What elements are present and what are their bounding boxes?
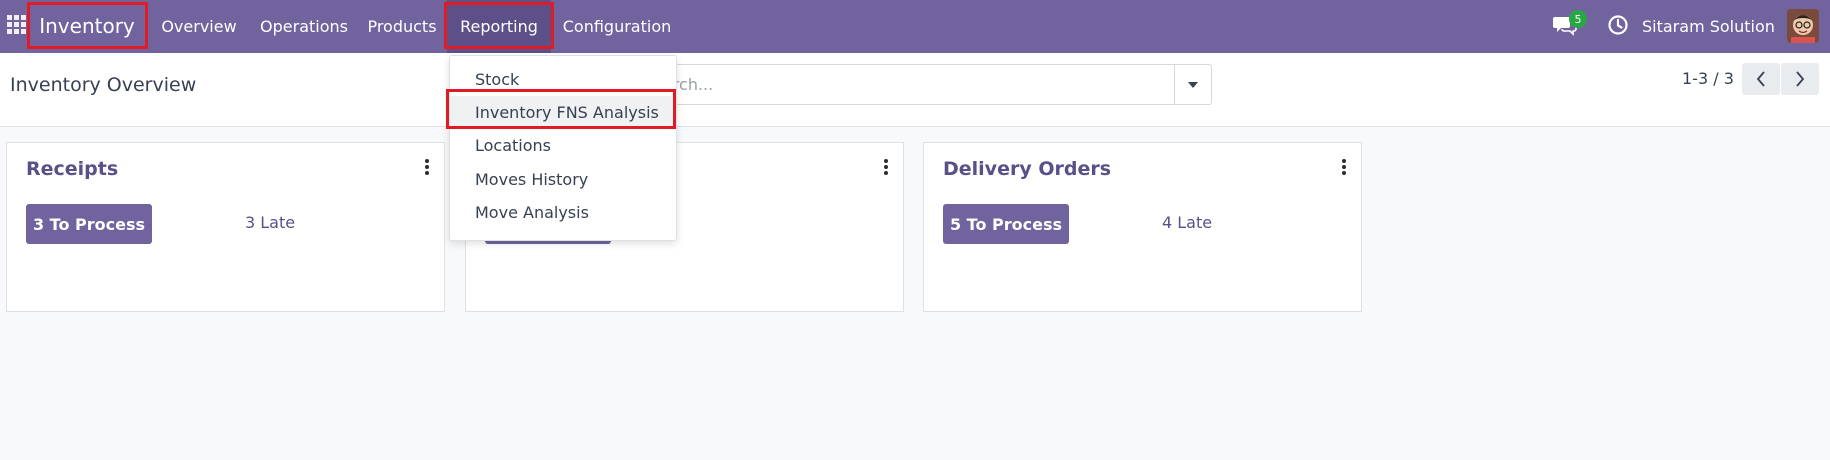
reporting-dropdown-menu: Stock Inventory FNS Analysis Locations M… xyxy=(449,55,677,241)
company-name[interactable]: Sitaram Solution xyxy=(1642,0,1775,53)
menu-item-move-analysis[interactable]: Move Analysis xyxy=(450,196,676,229)
user-avatar[interactable] xyxy=(1787,9,1819,43)
top-navbar: Inventory Overview Operations Products R… xyxy=(0,0,1830,53)
pager-value[interactable]: 1-3 / 3 xyxy=(1682,69,1734,88)
pager-previous-button[interactable] xyxy=(1742,63,1780,95)
to-process-button[interactable]: 3 To Process xyxy=(26,204,152,244)
pager-next-button[interactable] xyxy=(1781,63,1819,95)
late-link[interactable]: 3 Late xyxy=(245,213,295,232)
menu-item-locations[interactable]: Locations xyxy=(450,129,676,162)
app-title[interactable]: Inventory xyxy=(30,4,144,47)
menu-item-inventory-fns-analysis[interactable]: Inventory FNS Analysis xyxy=(450,96,676,129)
kebab-menu-icon[interactable] xyxy=(1336,159,1352,175)
breadcrumb: Inventory Overview xyxy=(10,73,197,96)
kebab-menu-icon[interactable] xyxy=(878,159,894,175)
menu-products[interactable]: Products xyxy=(364,0,440,53)
to-process-button[interactable]: 5 To Process xyxy=(943,204,1069,244)
chevron-right-icon xyxy=(1796,71,1805,87)
menu-item-moves-history[interactable]: Moves History xyxy=(450,163,676,196)
menu-operations[interactable]: Operations xyxy=(254,0,354,53)
late-link[interactable]: 4 Late xyxy=(1162,213,1212,232)
messages-count-badge: 5 xyxy=(1569,10,1587,28)
delivery-orders-card: Delivery Orders 5 To Process 4 Late xyxy=(923,142,1362,312)
search-options-toggle[interactable] xyxy=(1174,65,1211,104)
card-title[interactable]: Receipts xyxy=(26,158,118,180)
card-title[interactable]: Delivery Orders xyxy=(943,158,1111,180)
caret-down-icon xyxy=(1188,81,1198,88)
apps-grid-icon[interactable] xyxy=(7,15,26,34)
clock-icon[interactable] xyxy=(1607,14,1629,36)
menu-item-stock[interactable]: Stock xyxy=(450,63,676,96)
receipts-card: Receipts 3 To Process 3 Late xyxy=(6,142,445,312)
kebab-menu-icon[interactable] xyxy=(419,159,435,175)
control-panel: Inventory Overview arch... 1-3 / 3 xyxy=(0,53,1830,127)
menu-reporting[interactable]: Reporting xyxy=(447,0,551,53)
chevron-left-icon xyxy=(1756,71,1765,87)
menu-overview[interactable]: Overview xyxy=(158,0,240,53)
menu-configuration[interactable]: Configuration xyxy=(561,0,673,53)
